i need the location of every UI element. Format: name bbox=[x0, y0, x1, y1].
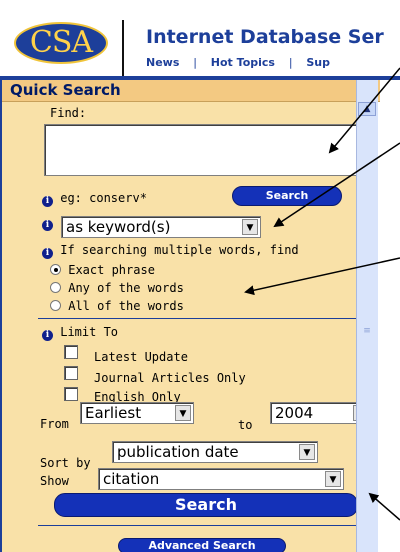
search-button-main[interactable]: Search bbox=[54, 493, 358, 517]
latest-update-label: Latest Update bbox=[94, 350, 188, 364]
vertical-scrollbar[interactable]: ▲ ≡ bbox=[356, 80, 378, 552]
site-title: Internet Database Ser bbox=[146, 26, 384, 48]
radio-button-checked[interactable] bbox=[50, 264, 61, 275]
info-icon[interactable]: i bbox=[42, 248, 53, 259]
header-divider bbox=[122, 20, 124, 78]
scroll-grip-icon[interactable]: ≡ bbox=[362, 326, 372, 336]
scroll-up-arrow-icon[interactable]: ▲ bbox=[358, 102, 376, 116]
nav-support[interactable]: Sup bbox=[306, 56, 330, 69]
limit-to-label: Limit To bbox=[60, 325, 119, 339]
radio-label: All of the words bbox=[68, 299, 184, 313]
radio-label: Exact phrase bbox=[68, 263, 155, 277]
info-icon[interactable]: i bbox=[42, 220, 53, 231]
nav-news[interactable]: News bbox=[146, 56, 179, 69]
nav-hot-topics[interactable]: Hot Topics bbox=[211, 56, 275, 69]
find-input[interactable] bbox=[44, 124, 360, 176]
sort-select[interactable]: publication date ▼ bbox=[112, 441, 318, 463]
divider bbox=[38, 318, 368, 319]
find-label: Find: bbox=[50, 106, 87, 120]
show-label-text: Show bbox=[40, 474, 69, 488]
site-header: CSA Internet Database Ser News | Hot Top… bbox=[0, 0, 400, 78]
radio-button[interactable] bbox=[50, 300, 61, 311]
nav-separator: | bbox=[288, 56, 293, 69]
example-hint: i eg: conserv* bbox=[42, 191, 147, 207]
dropdown-arrow-icon[interactable]: ▼ bbox=[299, 444, 315, 460]
radio-option[interactable]: All of the words bbox=[50, 299, 184, 313]
journal-articles-checkbox[interactable] bbox=[64, 366, 78, 380]
english-only-checkbox[interactable] bbox=[64, 387, 78, 401]
dropdown-arrow-icon[interactable]: ▼ bbox=[175, 405, 191, 421]
multi-words-text: If searching multiple words, find bbox=[60, 243, 299, 257]
search-button-small[interactable]: Search bbox=[232, 186, 342, 206]
field-select[interactable]: as keyword(s) ▼ bbox=[61, 216, 261, 238]
quick-search-panel: Quick Search Find: i eg: conserv* Search… bbox=[0, 80, 380, 552]
radio-option[interactable]: Exact phrase bbox=[50, 263, 155, 277]
dropdown-arrow-icon[interactable]: ▼ bbox=[325, 471, 341, 487]
radio-label: Any of the words bbox=[68, 281, 184, 295]
panel-title: Quick Search bbox=[2, 80, 380, 102]
field-select-value: as keyword(s) bbox=[66, 218, 171, 236]
latest-update-checkbox[interactable] bbox=[64, 345, 78, 359]
nav-separator: | bbox=[193, 56, 197, 69]
dropdown-arrow-icon[interactable]: ▼ bbox=[242, 219, 258, 235]
example-text: eg: conserv* bbox=[60, 191, 147, 205]
show-select[interactable]: citation ▼ bbox=[98, 468, 344, 490]
top-nav: News | Hot Topics | Sup bbox=[146, 56, 340, 69]
multi-words-hint: i If searching multiple words, find bbox=[42, 243, 299, 259]
show-select-value: citation bbox=[103, 470, 160, 488]
sort-label: Sort by bbox=[40, 456, 91, 470]
to-label: to bbox=[238, 418, 253, 432]
journal-articles-label: Journal Articles Only bbox=[94, 371, 246, 385]
radio-button[interactable] bbox=[50, 282, 61, 293]
limit-to-heading: i Limit To bbox=[42, 325, 118, 341]
sort-select-value: publication date bbox=[117, 443, 239, 461]
csa-logo[interactable]: CSA bbox=[14, 22, 108, 64]
from-select-value: Earliest bbox=[85, 404, 142, 422]
to-select-value: 2004 bbox=[275, 404, 314, 422]
advanced-search-button[interactable]: Advanced Search bbox=[118, 538, 286, 552]
from-select[interactable]: Earliest ▼ bbox=[80, 402, 194, 424]
info-icon[interactable]: i bbox=[42, 196, 53, 207]
radio-option[interactable]: Any of the words bbox=[50, 281, 184, 295]
info-icon[interactable]: i bbox=[42, 330, 53, 341]
from-label: From bbox=[40, 417, 69, 431]
divider bbox=[38, 525, 368, 526]
